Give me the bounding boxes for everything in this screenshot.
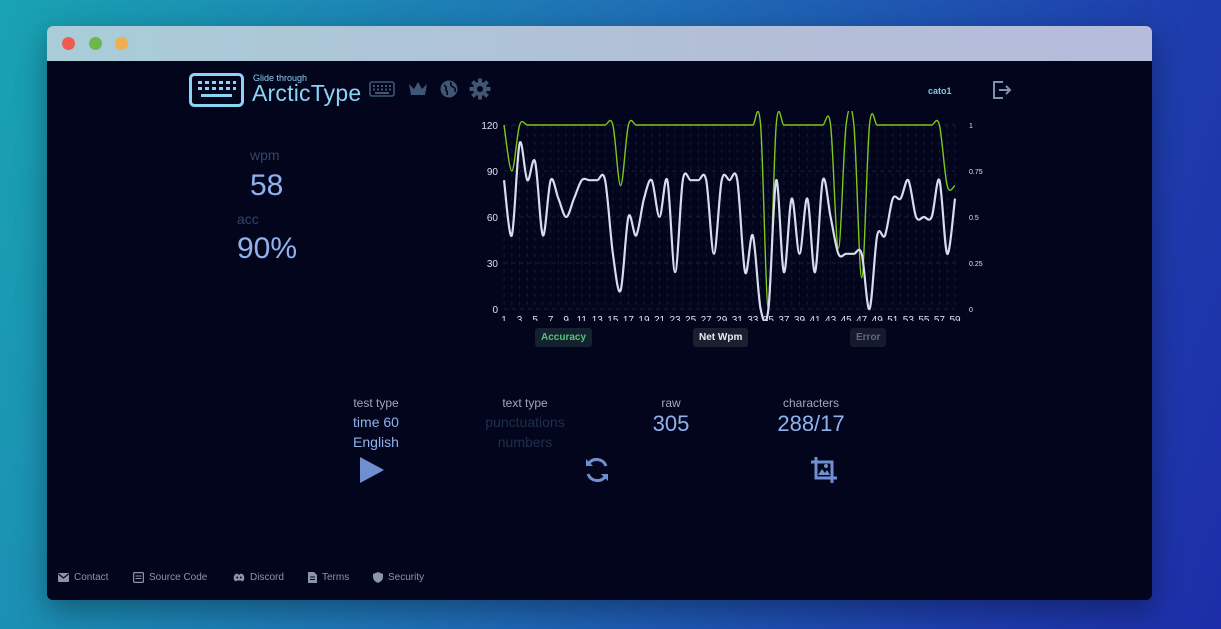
- test-type-value: time 60: [353, 414, 399, 430]
- test-type-label: test type: [353, 396, 399, 410]
- x-tick-label: 59: [949, 315, 961, 321]
- wpm-label: wpm: [250, 147, 280, 163]
- legend-net-wpm-button[interactable]: Net Wpm: [693, 328, 749, 347]
- results-chart: 030609012000.250.50.7511 3 5 7 9 11 13 15 17 19 21…: [481, 111, 983, 321]
- x-tick-label: 37: [778, 315, 790, 321]
- raw-value: 305: [652, 411, 690, 436]
- wpm-value: 58: [250, 169, 284, 202]
- x-tick-label: 47: [856, 315, 868, 321]
- footer-security-link[interactable]: Security: [373, 572, 424, 583]
- footer-source-code-link[interactable]: Source Code: [133, 572, 207, 583]
- x-tick-label: 55: [918, 315, 930, 321]
- main-content: Glide through ArcticType cato1 wpm 58 ac…: [47, 61, 1152, 600]
- app-window: Glide through ArcticType cato1 wpm 58 ac…: [47, 26, 1152, 600]
- y2-tick-label: 0.75: [969, 169, 983, 176]
- restart-icon[interactable]: [582, 455, 612, 485]
- text-type-label: text type: [502, 396, 548, 410]
- y-tick-label: 30: [487, 259, 499, 270]
- x-tick-label: 17: [623, 315, 635, 321]
- y-tick-label: 120: [481, 121, 498, 132]
- test-language: English: [353, 434, 399, 450]
- x-tick-label: 21: [654, 315, 666, 321]
- acc-label: acc: [237, 211, 259, 227]
- crown-icon[interactable]: [405, 78, 431, 100]
- footer-terms-label: Terms: [322, 572, 350, 583]
- x-tick-label: 53: [903, 315, 915, 321]
- legend-error-button[interactable]: Error: [850, 328, 887, 347]
- x-tick-label: 5: [532, 315, 538, 321]
- footer-security-label: Security: [388, 572, 425, 583]
- footer-contact-link[interactable]: Contact: [58, 572, 108, 583]
- y2-tick-label: 0: [969, 307, 973, 314]
- maximize-window-button[interactable]: [115, 37, 128, 50]
- mail-icon: [58, 573, 69, 582]
- x-tick-label: 51: [887, 315, 899, 321]
- footer-discord-link[interactable]: Discord: [233, 572, 284, 583]
- logout-icon[interactable]: [991, 79, 1013, 101]
- x-tick-label: 29: [716, 315, 728, 321]
- footer-contact-label: Contact: [74, 572, 109, 583]
- x-tick-label: 1: [501, 315, 507, 321]
- close-window-button[interactable]: [62, 37, 75, 50]
- x-tick-label: 41: [809, 315, 821, 321]
- characters-label: characters: [782, 396, 840, 410]
- text-type-punctuations: punctuations: [485, 414, 565, 430]
- acc-value: 90%: [237, 232, 298, 265]
- y-tick-label: 60: [487, 213, 499, 224]
- play-icon[interactable]: [356, 455, 386, 485]
- x-tick-label: 3: [517, 315, 523, 321]
- document-icon: [308, 572, 317, 583]
- keyboard-icon[interactable]: [369, 78, 395, 100]
- minimize-window-button[interactable]: [89, 37, 102, 50]
- x-tick-label: 13: [592, 315, 604, 321]
- legend-accuracy-button[interactable]: Accuracy: [535, 328, 593, 347]
- x-tick-label: 31: [732, 315, 744, 321]
- gear-icon[interactable]: [467, 78, 493, 100]
- footer-terms-link[interactable]: Terms: [308, 572, 349, 583]
- y2-tick-label: 0.25: [969, 261, 983, 268]
- x-tick-label: 33: [747, 315, 759, 321]
- keyboard-logo-icon[interactable]: [189, 73, 244, 107]
- globe-icon[interactable]: [436, 78, 462, 100]
- text-type-numbers: numbers: [497, 434, 553, 450]
- x-tick-label: 45: [841, 315, 853, 321]
- y-tick-label: 0: [492, 305, 498, 316]
- screenshot-icon[interactable]: [809, 455, 839, 485]
- discord-icon: [233, 573, 245, 582]
- characters-value: 288/17: [777, 411, 845, 436]
- y2-tick-label: 1: [969, 123, 973, 130]
- brand-title[interactable]: ArcticType: [252, 80, 361, 107]
- x-tick-label: 11: [577, 315, 588, 321]
- x-tick-label: 25: [685, 315, 697, 321]
- x-tick-label: 15: [607, 315, 619, 321]
- footer-source-code-label: Source Code: [149, 572, 208, 583]
- x-tick-label: 49: [872, 315, 884, 321]
- y-tick-label: 90: [487, 167, 499, 178]
- x-tick-label: 57: [934, 315, 946, 321]
- x-tick-label: 43: [825, 315, 837, 321]
- title-bar: [47, 26, 1152, 61]
- y2-tick-label: 0.5: [969, 215, 979, 222]
- shield-icon: [373, 572, 383, 583]
- x-tick-label: 9: [563, 315, 569, 321]
- x-tick-label: 23: [670, 315, 682, 321]
- raw-label: raw: [661, 396, 681, 410]
- code-file-icon: [133, 572, 144, 583]
- x-tick-label: 7: [548, 315, 554, 321]
- username[interactable]: cato1: [928, 86, 952, 96]
- x-tick-label: 19: [638, 315, 650, 321]
- x-tick-label: 27: [701, 315, 713, 321]
- x-tick-label: 39: [794, 315, 806, 321]
- footer-discord-label: Discord: [250, 572, 284, 583]
